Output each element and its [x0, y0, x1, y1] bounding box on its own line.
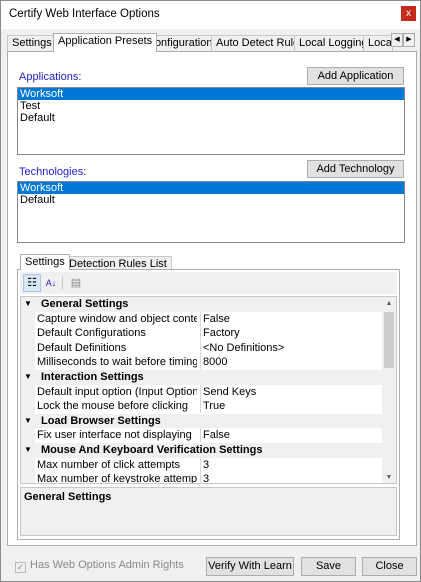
technologies-label: Technologies: — [19, 166, 87, 178]
grid-category-row[interactable]: ▼ Interaction Settings — [21, 370, 383, 385]
alphabetical-sort-icon[interactable]: A↓ — [42, 274, 60, 292]
tab-local[interactable]: Local — [363, 35, 393, 51]
grid-property-row[interactable]: Fix user interface not displaying False — [21, 428, 383, 443]
add-application-button[interactable]: Add Application — [307, 67, 404, 85]
property-value[interactable]: 8000 — [203, 356, 227, 368]
verify-with-learn-button[interactable]: Verify With Learn — [206, 557, 294, 576]
scroll-thumb[interactable] — [384, 312, 394, 368]
property-grid-panel: ☷ A↓ ▤ ▼ General Settings Capture window a… — [17, 269, 400, 540]
grid-property-row[interactable]: Max number of keystroke attempts 3 — [21, 472, 383, 484]
property-name: Max number of click attempts — [37, 458, 181, 471]
collapse-icon[interactable]: ▼ — [24, 372, 32, 381]
grid-property-row[interactable]: Default Configurations Factory — [21, 326, 383, 341]
column-divider — [200, 428, 201, 443]
list-item[interactable]: Worksoft — [18, 182, 404, 194]
property-value[interactable]: Send Keys — [203, 386, 256, 398]
close-button[interactable]: Close — [362, 557, 417, 576]
tab-scroll-left-icon[interactable]: ◀ — [391, 33, 403, 47]
list-item[interactable]: Test — [18, 100, 404, 112]
property-pages-icon[interactable]: ▤ — [67, 274, 85, 292]
list-item[interactable]: Default — [18, 194, 404, 206]
tab-local-logging[interactable]: Local Logging — [294, 35, 373, 51]
checkbox-check-icon: ✓ — [15, 562, 26, 573]
save-button[interactable]: Save — [301, 557, 356, 576]
grid-category-row[interactable]: ▼ General Settings — [21, 297, 383, 312]
property-name: Default input option (Input Options) — [37, 385, 197, 398]
tab-scroll-arrows: ◀ ▶ — [391, 33, 415, 47]
column-divider — [200, 384, 201, 399]
close-window-button[interactable]: x — [401, 6, 416, 21]
property-name: Default Definitions — [37, 341, 127, 354]
property-name: Default Configurations — [37, 327, 146, 340]
toolbar-separator — [62, 276, 63, 290]
property-name: Capture window and object contextual — [37, 312, 197, 325]
property-name: Fix user interface not displaying — [37, 429, 192, 442]
property-name: Max number of keystroke attempts — [37, 473, 197, 484]
column-divider — [200, 340, 201, 355]
column-divider — [200, 472, 201, 483]
property-name: Milliseconds to wait before timing out a — [37, 356, 197, 369]
grid-property-row[interactable]: Lock the mouse before clicking True — [21, 399, 383, 414]
add-technology-button[interactable]: Add Technology — [307, 160, 404, 178]
list-item[interactable]: Worksoft — [18, 88, 404, 100]
category-label: Interaction Settings — [41, 371, 144, 383]
category-label: General Settings — [41, 298, 129, 310]
options-window: Certify Web Interface Options x Settings… — [0, 0, 421, 582]
column-divider — [200, 326, 201, 341]
category-label: Load Browser Settings — [41, 414, 161, 427]
collapse-icon[interactable]: ▼ — [24, 299, 32, 308]
title-bar: Certify Web Interface Options x — [1, 1, 420, 29]
scroll-up-icon[interactable]: ▲ — [382, 297, 396, 311]
scroll-down-icon[interactable]: ▼ — [382, 471, 396, 483]
admin-rights-checkbox[interactable]: ✓ Has Web Options Admin Rights — [15, 559, 184, 573]
category-label: Mouse And Keyboard Verification Settings — [41, 444, 263, 456]
window-title: Certify Web Interface Options — [9, 8, 160, 20]
grid-property-row[interactable]: Default Definitions <No Definitions> — [21, 340, 383, 356]
description-pane: General Settings — [20, 487, 397, 536]
tab-application-presets[interactable]: Application Presets — [53, 33, 158, 52]
admin-rights-label: Has Web Options Admin Rights — [30, 559, 184, 571]
column-divider — [200, 399, 201, 414]
property-grid-toolbar: ☷ A↓ ▤ — [20, 272, 397, 294]
property-grid: ▼ General Settings Capture window and obje… — [20, 296, 397, 484]
grid-property-row[interactable]: Milliseconds to wait before timing out a… — [21, 355, 383, 370]
grid-category-row[interactable]: ▼ Mouse And Keyboard Verification Setting… — [21, 443, 383, 458]
column-divider — [200, 457, 201, 472]
property-value[interactable]: False — [203, 429, 230, 441]
tab-inner-settings[interactable]: Settings — [20, 254, 70, 270]
property-value[interactable]: 3 — [203, 459, 209, 471]
property-value[interactable]: Factory — [203, 327, 240, 339]
technologies-list[interactable]: Worksoft Default — [17, 181, 405, 243]
grid-scrollbar[interactable]: ▲ ▼ — [382, 297, 396, 483]
grid-property-row[interactable]: Max number of click attempts 3 — [21, 457, 383, 473]
applications-label: Applications: — [19, 71, 82, 83]
collapse-icon[interactable]: ▼ — [24, 416, 32, 425]
categorized-view-icon[interactable]: ☷ — [23, 274, 41, 292]
applications-list[interactable]: Worksoft Test Default — [17, 87, 405, 155]
column-divider — [200, 311, 201, 326]
property-value[interactable]: <No Definitions> — [203, 342, 284, 354]
column-divider — [200, 355, 201, 370]
property-value[interactable]: False — [203, 313, 230, 325]
list-item[interactable]: Default — [18, 112, 404, 124]
property-value[interactable]: 3 — [203, 473, 209, 483]
description-title: General Settings — [24, 491, 112, 503]
property-value[interactable]: True — [203, 400, 225, 412]
grid-property-row[interactable]: Default input option (Input Options) Send… — [21, 384, 383, 400]
tab-scroll-right-icon[interactable]: ▶ — [403, 33, 415, 47]
property-name: Lock the mouse before clicking — [37, 400, 189, 413]
collapse-icon[interactable]: ▼ — [24, 445, 32, 454]
main-tabstrip: Settings Application Presets Configurati… — [7, 33, 417, 52]
grid-category-row[interactable]: ▼ Load Browser Settings — [21, 413, 383, 429]
grid-property-row[interactable]: Capture window and object contextual Fals… — [21, 311, 383, 327]
tab-settings[interactable]: Settings — [7, 35, 57, 51]
